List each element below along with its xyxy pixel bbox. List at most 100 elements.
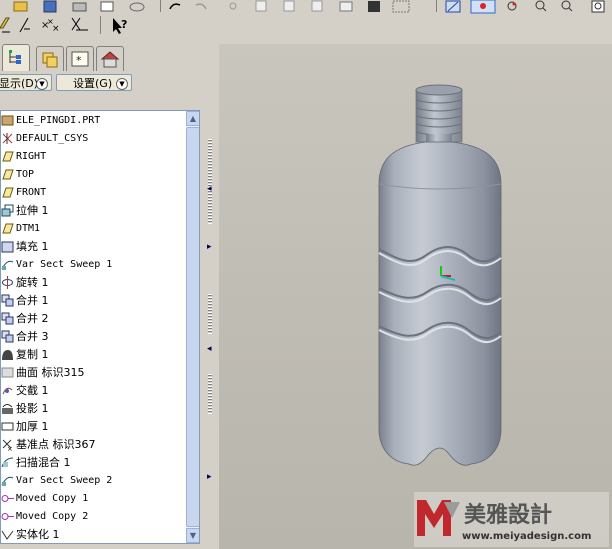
context-help-icon[interactable]: ? [113, 18, 127, 34]
tree-item-label: 投影 1 [16, 402, 49, 415]
csys-toggle-icon[interactable] [71, 17, 88, 31]
tree-item[interactable]: Moved Copy 2 [1, 508, 187, 526]
datum-plane-toggle-icon[interactable] [0, 17, 10, 33]
revolve-icon [1, 276, 14, 289]
svg-text:×: × [7, 445, 13, 451]
paste-icon[interactable] [283, 0, 295, 12]
collapse-left-icon[interactable]: ◂ [207, 184, 212, 194]
tree-item[interactable]: 拉伸 1 [1, 202, 187, 220]
orient-icon[interactable] [507, 1, 517, 11]
chevron-down-icon: ▼ [36, 78, 48, 90]
undo-icon[interactable] [169, 3, 181, 10]
tree-item-label: 扫描混合 1 [16, 456, 71, 469]
tree-item-label: 实体化 1 [16, 528, 60, 541]
tree-item[interactable]: DEFAULT_CSYS [1, 130, 187, 148]
tree-item[interactable]: 合并 2 [1, 310, 187, 328]
panel-splitter[interactable]: ◂ ▸ ◂ ▸ [205, 44, 219, 549]
scroll-up-button[interactable]: ▲ [186, 111, 199, 126]
zoom-out-icon[interactable] [561, 0, 573, 12]
redo-icon[interactable] [195, 3, 207, 10]
tree-item-label: 合并 2 [16, 312, 49, 325]
refit-icon[interactable] [591, 0, 605, 13]
plastic-bottle-model[interactable] [219, 44, 612, 549]
tree-item[interactable]: 填充 1 [1, 238, 187, 256]
intersect-icon [1, 384, 14, 397]
collapse-left-icon[interactable]: ◂ [207, 344, 212, 354]
tree-item[interactable]: FRONT [1, 184, 187, 202]
swept-blend-icon [1, 456, 14, 469]
print-icon[interactable] [72, 2, 87, 12]
tree-item[interactable]: 投影 1 [1, 400, 187, 418]
tree-item[interactable]: ELE_PINGDI.PRT [1, 112, 187, 130]
zoom-in-icon[interactable] [535, 0, 547, 12]
tree-item[interactable]: DTM1 [1, 220, 187, 238]
tree-item-label: Moved Copy 2 [16, 511, 89, 522]
favorites-tab[interactable]: * [66, 46, 94, 71]
tree-item[interactable]: Var Sect Sweep 1 [1, 256, 187, 274]
tree-item[interactable]: × 基准点 标识367 [1, 436, 187, 454]
svg-text:×: × [52, 24, 60, 34]
part-icon [1, 114, 14, 127]
main-toolbar [0, 0, 612, 15]
connections-tab[interactable] [96, 46, 124, 71]
list-icon[interactable] [339, 1, 353, 12]
datum-point-icon: × [1, 438, 14, 453]
settings-menu-label: 设置(G) [73, 77, 113, 90]
tree-item-label: 填充 1 [16, 240, 49, 253]
datum-display-toolbar: × × × ? [0, 14, 612, 44]
solidify-icon [1, 528, 14, 541]
graphics-viewport[interactable]: 美雅設計 www.meiyadesign.com [219, 44, 612, 549]
chevron-down-icon: ▼ [116, 78, 128, 90]
select-box-icon[interactable] [392, 0, 410, 13]
datum-axis-toggle-icon[interactable] [19, 17, 30, 33]
tree-item[interactable]: 实体化 1 [1, 526, 187, 543]
tree-item[interactable]: 扫描混合 1 [1, 454, 187, 472]
tree-item-label: 合并 3 [16, 330, 49, 343]
cut-icon[interactable] [229, 2, 237, 10]
tree-item[interactable]: TOP [1, 166, 187, 184]
tree-item[interactable]: 合并 1 [1, 292, 187, 310]
spin-center-icon[interactable] [470, 0, 496, 14]
tree-item[interactable]: RIGHT [1, 148, 187, 166]
fill-icon [1, 240, 14, 253]
tree-item[interactable]: Moved Copy 1 [1, 490, 187, 508]
var-sect-sweep-icon [1, 258, 14, 271]
folder-browser-tab[interactable] [36, 46, 64, 71]
datum-point-toggle-icon[interactable]: × × × [41, 17, 60, 34]
svg-text:?: ? [121, 18, 127, 31]
tree-scrollbar[interactable]: ▲ ▼ [186, 111, 199, 543]
tree-item-label: RIGHT [16, 151, 47, 162]
tree-item-label: Var Sect Sweep 2 [16, 475, 113, 486]
cap-top [415, 84, 463, 96]
expand-right-icon[interactable]: ▸ [207, 472, 212, 482]
expand-right-icon[interactable]: ▸ [207, 242, 212, 252]
tree-item-label: Moved Copy 1 [16, 493, 89, 504]
tree-item[interactable]: 加厚 1 [1, 418, 187, 436]
model-tree: ELE_PINGDI.PRT DEFAULT_CSYS RIGHT TOP FRONT 拉… [0, 110, 200, 544]
scroll-thumb[interactable] [186, 127, 199, 527]
tree-item-label: 加厚 1 [16, 420, 49, 433]
tree-item[interactable]: 交截 1 [1, 382, 187, 400]
var-sect-sweep-icon [1, 474, 14, 487]
paste-special-icon[interactable] [311, 0, 323, 12]
tree-item[interactable]: 合并 3 [1, 328, 187, 346]
merge-icon [1, 294, 14, 307]
copy-icon[interactable] [255, 0, 267, 12]
model-tree-tab[interactable] [2, 44, 30, 71]
moved-copy-icon [1, 510, 14, 523]
repaint-icon[interactable] [445, 0, 461, 13]
save-icon[interactable] [43, 0, 57, 13]
folder-open-icon[interactable] [13, 1, 28, 12]
scroll-down-button[interactable]: ▼ [186, 528, 199, 543]
tree-item[interactable]: Var Sect Sweep 2 [1, 472, 187, 490]
settings-menu-button[interactable]: 设置(G) ▼ [56, 74, 132, 91]
tree-item[interactable]: 旋转 1 [1, 274, 187, 292]
regenerate-icon[interactable] [368, 1, 380, 12]
tree-item-label: 旋转 1 [16, 276, 49, 289]
mail-icon[interactable] [100, 1, 114, 12]
extrude-icon [1, 204, 14, 217]
show-menu-button[interactable]: 显示(D) ▼ [0, 74, 52, 91]
tree-item[interactable]: 曲面 标识315 [1, 364, 187, 382]
link-icon[interactable] [129, 2, 145, 12]
tree-item[interactable]: 复制 1 [1, 346, 187, 364]
